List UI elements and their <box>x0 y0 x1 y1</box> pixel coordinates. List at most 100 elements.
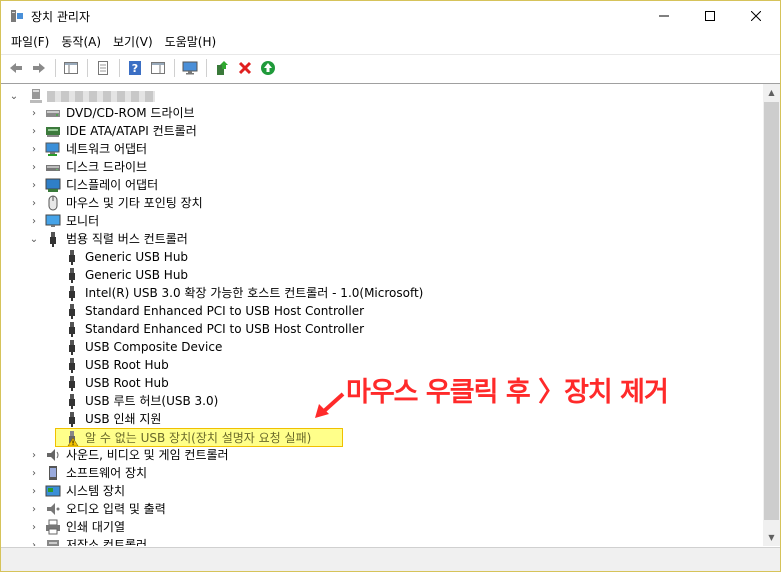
computer-name-blurred <box>47 91 155 102</box>
audio-io-icon <box>45 501 61 517</box>
usb-icon <box>45 231 61 247</box>
category-label: IDE ATA/ATAPI 컨트롤러 <box>66 124 197 138</box>
expand-chevron-icon[interactable]: › <box>29 158 39 176</box>
vertical-scrollbar[interactable]: ▲ ▼ <box>763 84 780 546</box>
device-label: USB Root Hub <box>85 358 169 372</box>
expand-chevron-icon[interactable]: › <box>29 482 39 500</box>
expand-chevron-icon[interactable]: › <box>29 212 39 230</box>
maximize-button[interactable] <box>687 1 733 31</box>
display-adapter-icon <box>45 177 61 193</box>
usb-icon <box>64 249 80 265</box>
status-bar <box>1 547 780 571</box>
scroll-down-arrow-icon[interactable]: ▼ <box>763 529 780 546</box>
storage-controller-icon <box>45 537 61 546</box>
computer-icon <box>28 88 44 104</box>
category-label: 인쇄 대기열 <box>66 520 126 534</box>
svg-text:?: ? <box>132 62 138 75</box>
close-button[interactable] <box>733 1 779 31</box>
expand-chevron-icon[interactable]: › <box>29 500 39 518</box>
menu-help[interactable]: 도움말(H) <box>159 31 223 53</box>
device-manager-app-icon <box>9 8 25 24</box>
device-tree: ⌄ › DVD/CD-ROM 드라이브 › IDE ATA/ATAPI 컨트롤러… <box>1 83 780 546</box>
expand-chevron-icon[interactable]: › <box>29 122 39 140</box>
device-label: USB Root Hub <box>85 376 169 390</box>
usb-icon <box>64 303 80 319</box>
device-label: Standard Enhanced PCI to USB Host Contro… <box>85 322 365 336</box>
back-button[interactable] <box>5 57 27 79</box>
network-adapter-icon <box>45 141 61 157</box>
properties-icon[interactable] <box>92 57 114 79</box>
expand-chevron-icon[interactable]: › <box>29 446 39 464</box>
usb-icon <box>64 357 80 373</box>
update-driver-icon[interactable] <box>211 57 233 79</box>
category-label: 디스크 드라이브 <box>66 160 148 174</box>
annotation-text: 마우스 우클릭 후 〉장치 제거 <box>346 377 669 408</box>
help-icon[interactable]: ? <box>124 57 146 79</box>
print-queue-icon <box>45 519 61 535</box>
device-label: Standard Enhanced PCI to USB Host Contro… <box>85 304 365 318</box>
category-label: 오디오 입력 및 출력 <box>66 502 166 516</box>
expand-chevron-icon[interactable]: › <box>29 518 39 536</box>
expand-chevron-icon[interactable]: › <box>29 104 39 122</box>
expand-chevron-icon[interactable]: › <box>29 194 39 212</box>
monitor-icon <box>45 213 61 229</box>
usb-icon <box>64 411 80 427</box>
disk-drive-icon <box>45 159 61 175</box>
usb-icon <box>64 285 80 301</box>
menu-action[interactable]: 동작(A) <box>55 31 107 53</box>
usb-icon <box>64 393 80 409</box>
usb-icon <box>64 321 80 337</box>
device-label: USB 인쇄 지원 <box>85 412 162 426</box>
scroll-up-arrow-icon[interactable]: ▲ <box>763 84 780 101</box>
dvd-drive-icon <box>45 105 61 121</box>
device-label: 알 수 없는 USB 장치(장치 설명자 요청 실패) <box>85 431 312 445</box>
scan-hardware-changes-icon[interactable] <box>179 57 201 79</box>
category-label: 사운드, 비디오 및 게임 컨트롤러 <box>66 448 229 462</box>
device-label: USB 루트 허브(USB 3.0) <box>85 394 219 408</box>
device-manager-window: 장치 관리자 파일(F) 동작(A) 보기(V) 도움말(H) ? ⌄ › DV… <box>0 0 781 572</box>
scrollbar-thumb[interactable] <box>764 102 779 520</box>
category-label: 범용 직렬 버스 컨트롤러 <box>66 232 188 246</box>
expand-chevron-icon[interactable]: › <box>29 176 39 194</box>
collapse-chevron-icon[interactable]: ⌄ <box>29 230 39 248</box>
toolbar-separator <box>55 59 56 77</box>
show-hide-console-tree-icon[interactable] <box>60 57 82 79</box>
category-label: 디스플레이 어댑터 <box>66 178 159 192</box>
expand-chevron-icon[interactable]: › <box>29 464 39 482</box>
expand-chevron-icon[interactable]: › <box>29 536 39 547</box>
usb-icon <box>64 339 80 355</box>
category-label: DVD/CD-ROM 드라이브 <box>66 106 195 120</box>
usb-icon <box>64 375 80 391</box>
category-label: 소프트웨어 장치 <box>66 466 148 480</box>
enable-device-icon[interactable] <box>257 57 279 79</box>
annotation-arrow-icon <box>315 392 345 418</box>
title-bar: 장치 관리자 <box>1 1 780 31</box>
usb-icon <box>64 267 80 283</box>
window-title: 장치 관리자 <box>31 10 91 24</box>
software-device-icon <box>45 465 61 481</box>
device-label: Generic USB Hub <box>85 250 189 264</box>
toolbar-separator <box>119 59 120 77</box>
uninstall-device-icon[interactable] <box>234 57 256 79</box>
action-pane-icon[interactable] <box>147 57 169 79</box>
toolbar-separator <box>206 59 207 77</box>
menu-file[interactable]: 파일(F) <box>5 31 55 53</box>
system-device-icon <box>45 483 61 499</box>
category-label: 마우스 및 기타 포인팅 장치 <box>66 196 203 210</box>
device-label: Generic USB Hub <box>85 268 189 282</box>
warning-usb-icon <box>64 430 80 447</box>
forward-button[interactable] <box>28 57 50 79</box>
expand-chevron-icon[interactable]: › <box>29 140 39 158</box>
category-label: 저장소 컨트롤러 <box>66 538 148 546</box>
category-label: 시스템 장치 <box>66 484 126 498</box>
category-label: 모니터 <box>66 214 100 228</box>
mouse-icon <box>45 195 61 211</box>
collapse-chevron-icon[interactable]: ⌄ <box>9 87 19 105</box>
device-label: Intel(R) USB 3.0 확장 가능한 호스트 컨트롤러 - 1.0(M… <box>85 286 424 300</box>
category-label: 네트워크 어댑터 <box>66 142 148 156</box>
ide-controller-icon <box>45 123 61 139</box>
toolbar: ? <box>1 54 780 81</box>
toolbar-separator <box>174 59 175 77</box>
minimize-button[interactable] <box>641 1 687 31</box>
menu-view[interactable]: 보기(V) <box>107 31 159 53</box>
